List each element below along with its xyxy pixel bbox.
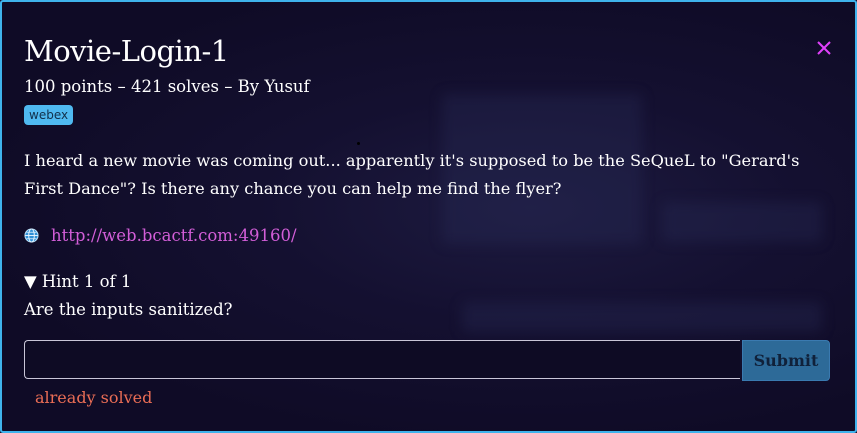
background-blur	[462, 302, 822, 332]
flag-input[interactable]	[24, 340, 740, 379]
hint-text: Are the inputs sanitized?	[24, 300, 233, 319]
challenge-meta: 100 points – 421 solves – By Yusuf	[24, 77, 310, 96]
background-blur	[662, 202, 822, 242]
challenge-title: Movie-Login-1	[24, 34, 229, 68]
challenge-link-row: http://web.bcactf.com:49160/	[24, 224, 297, 246]
solve-status: already solved	[35, 388, 153, 407]
triangle-down-icon: ▼	[24, 272, 37, 291]
globe-icon	[24, 227, 39, 243]
decorative-dot	[357, 142, 360, 145]
close-icon[interactable]	[814, 38, 834, 58]
submit-button[interactable]: Submit	[742, 340, 830, 381]
challenge-link[interactable]: http://web.bcactf.com:49160/	[51, 226, 297, 245]
challenge-modal: Movie-Login-1 100 points – 421 solves – …	[0, 0, 857, 433]
hint-toggle[interactable]: ▼ Hint 1 of 1	[24, 271, 131, 293]
category-tag: webex	[24, 105, 74, 125]
hint-header: Hint 1 of 1	[41, 272, 132, 291]
challenge-description: I heard a new movie was coming out... ap…	[24, 151, 800, 198]
